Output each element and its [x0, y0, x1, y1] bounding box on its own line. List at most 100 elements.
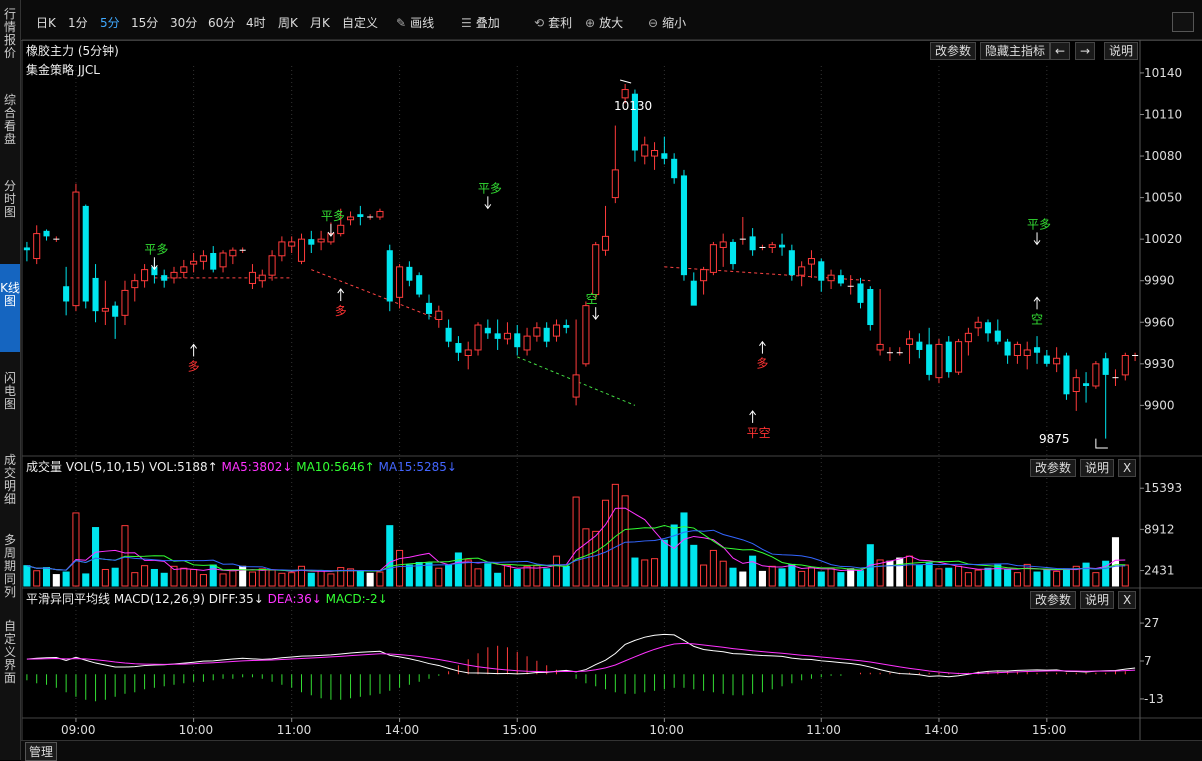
signal-label: 平空: [747, 426, 771, 440]
volume-bar: [82, 573, 90, 587]
candle-up: [219, 252, 227, 268]
candle-up: [1013, 343, 1021, 357]
volume-bar: [199, 574, 207, 587]
candle-up: [955, 341, 963, 373]
volume-bar: [150, 568, 158, 587]
candle-up: [651, 149, 659, 157]
volume-bar: [396, 549, 404, 587]
volume-bar: [651, 558, 659, 587]
candle-up: [33, 233, 41, 260]
volume-bar: [798, 570, 806, 587]
candle-up: [709, 244, 717, 273]
volume-bar: [317, 570, 325, 587]
candle-down: [788, 250, 795, 276]
volume-bar: [641, 559, 649, 587]
volume-bar: [552, 555, 561, 587]
chart-axes: 10140 10110 10080 10050 10020 9990 9960 9930 990…: [61, 66, 1182, 737]
time-tick-label: 15:00: [1032, 723, 1067, 737]
volume-bar: [346, 568, 355, 587]
volume-bar: [219, 573, 227, 587]
volume-bar: [101, 568, 109, 587]
volume-bar: [503, 565, 511, 587]
candle-up: [72, 191, 80, 307]
candle-down: [1043, 355, 1050, 364]
volume-bar: [758, 570, 766, 587]
candle-down: [63, 286, 70, 302]
volume-tick-label: 2431: [1144, 564, 1175, 578]
candle-down: [661, 153, 668, 159]
volume-bar: [896, 557, 904, 587]
volume-bar: [376, 571, 384, 587]
candle-up: [337, 224, 345, 235]
candle-up: [1072, 377, 1080, 393]
volume-bar: [278, 572, 286, 587]
volume-bar: [690, 544, 698, 587]
signal-label: 空: [586, 292, 598, 306]
volume-bar: [386, 525, 394, 587]
candle-down: [779, 244, 786, 248]
candle-down: [729, 241, 737, 265]
volume-bar: [297, 565, 306, 587]
kline-chart[interactable]: 平多多 平多多 平多空平空 多 平多空 10140 10110 10080 10050 1002…: [0, 0, 1202, 740]
candle-up: [180, 266, 188, 273]
candle-up: [1092, 363, 1100, 387]
candle-up: [1023, 349, 1031, 357]
candle-down: [543, 327, 550, 342]
volume-bar: [52, 574, 60, 587]
volume-bar: [827, 568, 835, 587]
volume-bar: [1013, 572, 1021, 587]
candle-up: [258, 274, 266, 282]
volume-bar: [258, 568, 266, 587]
volume-bar: [925, 562, 933, 587]
candle-down: [818, 261, 825, 281]
low-price-label: 9875: [1039, 432, 1070, 446]
candle-up: [317, 238, 325, 243]
macd-plot: [26, 633, 1136, 702]
candle-up: [278, 241, 286, 257]
manage-button[interactable]: 管理: [25, 742, 58, 761]
volume-bar: [739, 571, 747, 587]
volume-bar: [984, 567, 992, 587]
volume-bar: [1033, 571, 1041, 587]
volume-bar: [700, 564, 708, 587]
signal-label: 平多: [478, 181, 502, 195]
candle-down: [43, 230, 50, 237]
volume-bar: [307, 572, 315, 587]
candle-down: [1063, 355, 1070, 395]
volume-bar: [33, 570, 41, 587]
volume-bar: [92, 527, 100, 587]
bottom-bar: [21, 740, 1202, 761]
candle-down: [916, 341, 923, 350]
volume-bar: [955, 565, 963, 587]
volume-bar: [190, 568, 198, 587]
candle-down: [82, 205, 89, 302]
signal-label: 多: [335, 304, 347, 318]
candle-down: [23, 247, 30, 251]
volume-bar: [229, 570, 237, 587]
candle-down: [1083, 383, 1090, 386]
candle-down: [494, 333, 501, 339]
signal-label: 平多: [321, 209, 345, 223]
candle-down: [994, 330, 1001, 342]
volume-bar: [905, 555, 914, 587]
candlestick-plot: 平多多 平多多 平多空平空 多 平多空: [23, 79, 1139, 449]
candle-down: [92, 277, 99, 312]
candle-down: [926, 344, 933, 375]
volume-bar: [523, 565, 531, 587]
macd-tick-label: -13: [1144, 692, 1164, 706]
candle-down: [210, 253, 217, 270]
volume-bar: [366, 572, 374, 587]
volume-bar: [533, 565, 541, 587]
low-marker: [1095, 438, 1108, 449]
volume-bar: [1043, 568, 1051, 587]
volume-bar: [435, 567, 443, 587]
volume-bar: [935, 568, 943, 587]
candle-down: [445, 327, 452, 342]
candle-down: [161, 275, 168, 281]
candle-up: [131, 280, 139, 289]
candle-up: [503, 332, 511, 340]
candle-down: [1004, 341, 1011, 356]
volume-bar: [964, 572, 972, 587]
price-tick-label: 10050: [1144, 191, 1182, 205]
volume-bar: [62, 571, 70, 587]
